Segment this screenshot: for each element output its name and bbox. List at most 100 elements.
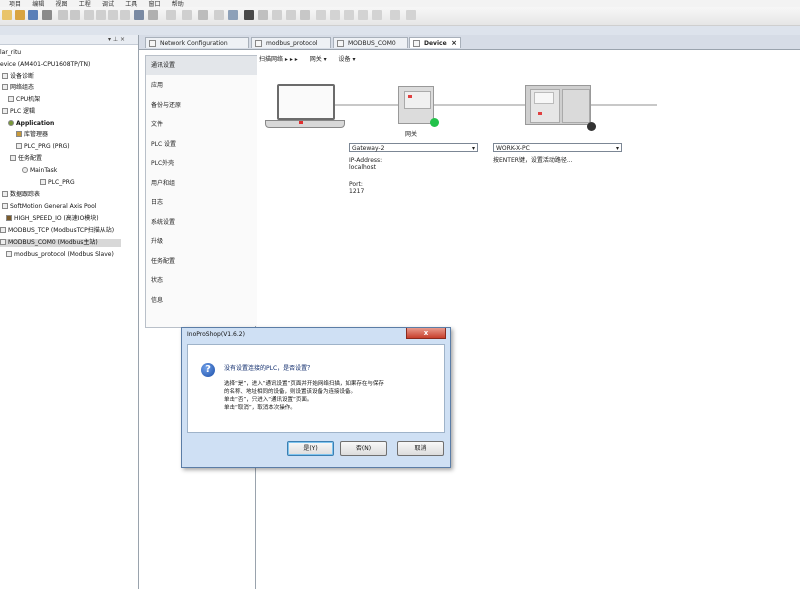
online-icon[interactable] <box>228 10 238 20</box>
single-cycle-icon[interactable] <box>390 10 400 20</box>
find-icon[interactable] <box>134 10 144 20</box>
logout-icon[interactable] <box>258 10 268 20</box>
cancel-button[interactable]: 取消 <box>397 441 444 456</box>
copy-icon[interactable] <box>96 10 106 20</box>
axis-pool-icon <box>2 203 8 209</box>
run-icon[interactable] <box>272 10 282 20</box>
tree-node-device[interactable]: evice (AM401-CPU1608TP/TN) <box>0 61 90 69</box>
device-settings-nav: 通讯设置 应用 备份与还原 文件 PLC 设置 PLC外壳 用户和组 日志 系统… <box>145 55 257 328</box>
plc-device-icon[interactable] <box>525 85 591 125</box>
no-button[interactable]: 否(N) <box>340 441 387 456</box>
modbus-protocol-icon <box>255 40 262 47</box>
connect-plc-dialog: InoProShop(V1.6.2) x ? 没有设置连接的PLC，是否设置？ … <box>181 327 451 468</box>
step-out-icon[interactable] <box>344 10 354 20</box>
ip-address-label: IP-Address: <box>349 157 383 164</box>
table-icon[interactable] <box>214 10 224 20</box>
tree-node-trace[interactable]: 数据跟踪表 <box>2 191 40 199</box>
nav-plc-shell[interactable]: PLC外壳 <box>146 154 257 173</box>
tree-node-cpu-rack[interactable]: CPU机架 <box>8 96 40 104</box>
ip-address-value: localhost <box>349 164 376 171</box>
open-folder-icon[interactable] <box>15 10 25 20</box>
nav-files[interactable]: 文件 <box>146 115 257 134</box>
gateway-icon[interactable] <box>398 86 434 124</box>
menu-bar: 项目 编辑 视图 工程 调试 工具 窗口 帮助 <box>0 0 800 8</box>
undo-icon[interactable] <box>58 10 68 20</box>
library-icon <box>16 131 22 137</box>
step-into-icon[interactable] <box>330 10 340 20</box>
diagnostics-icon <box>2 73 8 79</box>
scan-network-button[interactable]: 扫描网络 ▸ ▸ ▸ <box>259 56 298 63</box>
display-mode-icon[interactable] <box>406 10 416 20</box>
tree-node-task-config[interactable]: 任务配置 <box>10 155 42 163</box>
build-icon[interactable] <box>182 10 192 20</box>
watch-icon[interactable] <box>372 10 382 20</box>
redo-icon[interactable] <box>70 10 80 20</box>
gateway-label: 网关 <box>404 131 417 138</box>
print-icon[interactable] <box>42 10 52 20</box>
modbus-master-icon <box>0 239 6 245</box>
tree-node-application[interactable]: Application <box>8 120 54 128</box>
nav-information[interactable]: 信息 <box>146 291 257 310</box>
nav-log[interactable]: 日志 <box>146 193 257 212</box>
tree-node-project[interactable]: lar_ritu <box>0 49 21 57</box>
device-menu[interactable]: 设备 ▾ <box>339 56 356 63</box>
breakpoint-icon[interactable] <box>358 10 368 20</box>
nav-upgrade[interactable]: 升级 <box>146 232 257 251</box>
tree-node-network[interactable]: 网络组态 <box>2 84 34 92</box>
tree-node-modbus-protocol[interactable]: modbus_protocol (Modbus Slave) <box>6 251 114 259</box>
tree-node-plc-logic[interactable]: PLC 逻辑 <box>2 108 35 116</box>
tree-node-maintask[interactable]: MainTask <box>22 167 57 175</box>
nav-plc-settings[interactable]: PLC 设置 <box>146 135 257 154</box>
tab-modbus-protocol[interactable]: modbus_protocol <box>251 37 331 48</box>
bookmark-icon[interactable] <box>148 10 158 20</box>
nav-backup-restore[interactable]: 备份与还原 <box>146 96 257 115</box>
tree-node-modbus-com0[interactable]: MODBUS_COM0 (Modbus主站) <box>0 239 121 247</box>
close-tab-icon[interactable]: × <box>451 38 457 49</box>
tree-node-high-speed-io[interactable]: HIGH_SPEED_IO (高速IO模块) <box>6 215 99 223</box>
toolbar <box>0 7 800 26</box>
gateway-select[interactable]: Gateway-2 ▾ <box>349 143 478 152</box>
tree-node-softmotion[interactable]: SoftMotion General Axis Pool <box>2 203 96 211</box>
dialog-message-line: 单击“否”，只进入“通讯设置”页面。 <box>224 397 313 403</box>
delete-icon[interactable] <box>120 10 130 20</box>
stop-icon[interactable] <box>286 10 296 20</box>
nav-communication-settings[interactable]: 通讯设置 <box>146 56 257 75</box>
tree-node-plc-prg[interactable]: PLC_PRG (PRG) <box>16 143 70 151</box>
tree-panel-header: ▾ ⊥ × <box>0 35 138 45</box>
tree-node-plc-prg-call[interactable]: PLC_PRG <box>40 179 75 187</box>
nav-status[interactable]: 状态 <box>146 271 257 290</box>
login-icon[interactable] <box>244 10 254 20</box>
tab-modbus-com0[interactable]: MODBUS_COM0 <box>333 37 408 48</box>
nav-users-groups[interactable]: 用户和组 <box>146 174 257 193</box>
grid-icon[interactable] <box>166 10 176 20</box>
tree-node-modbus-tcp[interactable]: MODBUS_TCP (ModbusTCP扫描从站) <box>0 227 114 235</box>
panel-pin-buttons[interactable]: ▾ ⊥ × <box>108 36 125 43</box>
toolbar-strip <box>0 26 800 35</box>
device-tree-panel: ▾ ⊥ × lar_ritu evice (AM401-CPU1608TP/TN… <box>0 35 139 589</box>
save-icon[interactable] <box>28 10 38 20</box>
device-icon <box>413 40 420 47</box>
paste-icon[interactable] <box>108 10 118 20</box>
reset-icon[interactable] <box>300 10 310 20</box>
laptop-base <box>265 120 345 128</box>
port-label: Port: <box>349 181 363 188</box>
plc-device-select[interactable]: WORK-X-PC ▾ <box>493 143 622 152</box>
add-device-icon[interactable] <box>198 10 208 20</box>
nav-task-config[interactable]: 任务配置 <box>146 252 257 271</box>
yes-button[interactable]: 是(Y) <box>287 441 334 456</box>
io-module-icon <box>6 215 12 221</box>
plc-logic-icon <box>2 108 8 114</box>
dialog-close-button[interactable]: x <box>406 328 446 339</box>
tab-network-configuration[interactable]: Network Configuration <box>145 37 249 48</box>
tree-node-library[interactable]: 库管理器 <box>16 131 48 139</box>
cut-icon[interactable] <box>84 10 94 20</box>
tab-device[interactable]: Device × <box>409 37 461 48</box>
tree-node-diagnostics[interactable]: 设备诊断 <box>2 73 34 81</box>
new-file-icon[interactable] <box>2 10 12 20</box>
dropdown-arrow-icon: ▾ <box>471 145 475 152</box>
nav-system-settings[interactable]: 系统设置 <box>146 213 257 232</box>
gateway-menu[interactable]: 网关 ▾ <box>310 56 327 63</box>
nav-application[interactable]: 应用 <box>146 76 257 95</box>
editor-tab-bar: Network Configuration modbus_protocol MO… <box>139 35 800 50</box>
step-over-icon[interactable] <box>316 10 326 20</box>
